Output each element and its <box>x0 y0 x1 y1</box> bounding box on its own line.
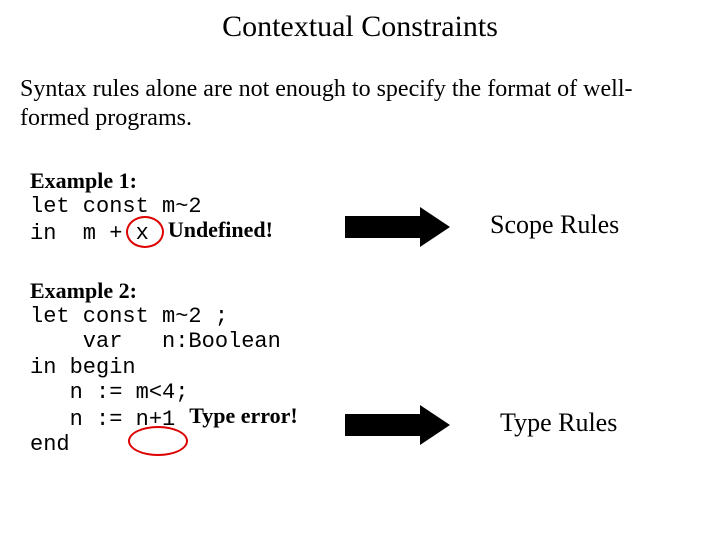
oval-nplus1-highlight <box>128 426 188 456</box>
example2-line5-lhs: n := <box>30 407 136 432</box>
oval-x-highlight <box>126 216 164 248</box>
example2-code-line1: let const m~2 ; <box>30 304 288 329</box>
example1-line2-lhs: in m + <box>30 221 136 246</box>
intro-text: Syntax rules alone are not enough to spe… <box>20 75 680 133</box>
page-title: Contextual Constraints <box>0 10 720 44</box>
example2-annotation: Type error! <box>189 403 298 428</box>
example2-code-line2: var n:Boolean <box>30 329 288 354</box>
example1-label: Example 1: <box>30 168 258 194</box>
example2-label: Example 2: <box>30 278 288 304</box>
scope-rules-label: Scope Rules <box>490 210 619 240</box>
arrow-to-type-rules <box>345 410 450 440</box>
arrow-to-scope-rules <box>345 212 450 242</box>
example1-annotation: Undefined! <box>168 217 273 242</box>
type-rules-label: Type Rules <box>500 408 617 438</box>
example2-code-line3: in begin <box>30 355 288 380</box>
example2-code-line4: n := m<4; <box>30 380 288 405</box>
